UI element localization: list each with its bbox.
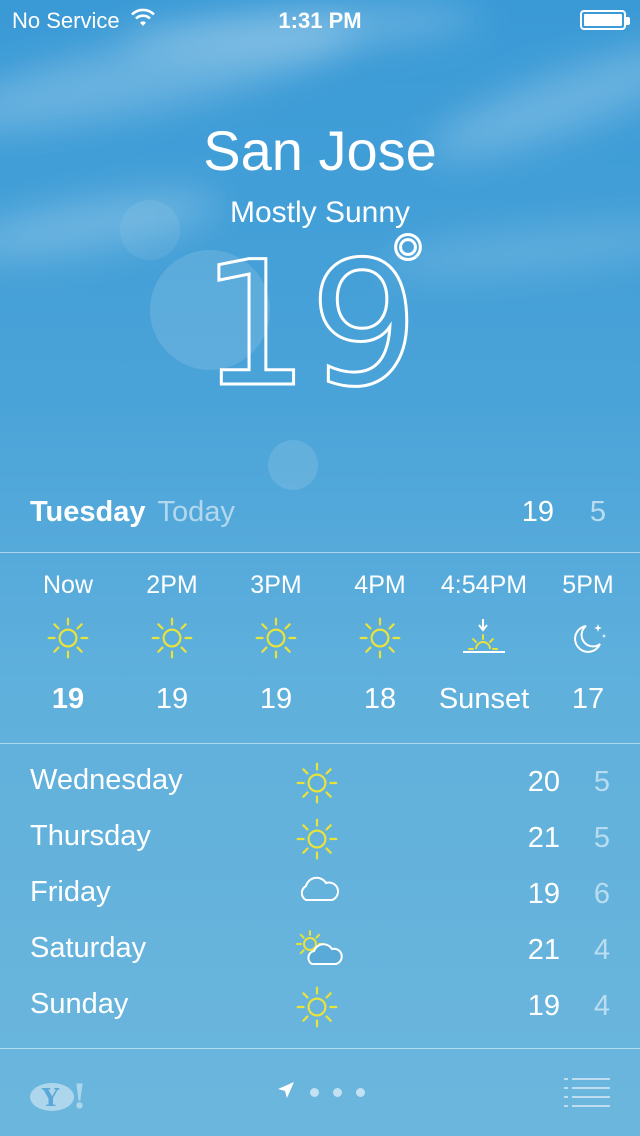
hourly-item: 4:54PM Sunset xyxy=(424,553,544,716)
today-high: 19 xyxy=(521,496,554,528)
location-arrow-icon xyxy=(276,1080,296,1105)
hour-time: 2PM xyxy=(146,571,198,599)
sun-icon xyxy=(224,613,328,663)
day-high: 19 xyxy=(527,990,560,1022)
temperature-display: 19 ° xyxy=(199,219,430,427)
temperature-value: 19 xyxy=(200,232,419,402)
day-name: Saturday xyxy=(30,932,147,964)
list-menu-icon[interactable] xyxy=(564,1076,610,1108)
daily-forecast: Wednesday 20 5 Thursday 21 5 Friday 19 6… xyxy=(0,756,640,1036)
day-low: 5 xyxy=(593,822,610,854)
hour-temperature: 17 xyxy=(571,683,605,715)
degree-symbol: ° xyxy=(388,232,428,313)
weather-condition: Mostly Sunny xyxy=(229,196,411,229)
hour-temperature: 19 xyxy=(259,683,293,715)
daily-row: Thursday 21 5 xyxy=(0,812,640,868)
sun-icon xyxy=(16,613,120,663)
hour-temperature: 19 xyxy=(155,683,189,715)
sunset-icon xyxy=(424,613,544,663)
sun-icon xyxy=(296,986,342,1028)
cloud-icon xyxy=(296,874,342,914)
hour-temperature: 19 xyxy=(51,683,85,715)
hourly-item: Now 19 xyxy=(16,553,120,716)
hour-time: 5PM xyxy=(562,571,614,599)
city-name: San Jose xyxy=(203,119,437,182)
status-time: 1:31 PM xyxy=(278,8,362,33)
page-dot xyxy=(355,1088,365,1097)
hour-temperature: Sunset xyxy=(438,683,530,715)
day-name: Friday xyxy=(30,876,111,908)
page-dot xyxy=(309,1088,319,1097)
sun-icon xyxy=(296,762,342,804)
daily-row: Saturday 21 4 xyxy=(0,924,640,980)
today-low: 5 xyxy=(589,496,606,528)
day-high: 19 xyxy=(527,878,560,910)
hourly-item: 2PM 19 xyxy=(120,553,224,716)
sun-icon xyxy=(296,818,342,860)
divider xyxy=(0,1048,640,1049)
hour-time: 4:54PM xyxy=(440,571,528,599)
moon-icon xyxy=(536,613,640,663)
day-name: Thursday xyxy=(30,820,151,852)
daily-row: Wednesday 20 5 xyxy=(0,756,640,812)
divider xyxy=(0,743,640,744)
day-low: 5 xyxy=(593,766,610,798)
page-indicator[interactable] xyxy=(0,1080,640,1105)
partly-cloudy-icon xyxy=(296,930,343,970)
day-low: 4 xyxy=(593,990,610,1022)
daily-row: Sunday 19 4 xyxy=(0,980,640,1036)
hour-time: 4PM xyxy=(354,571,406,599)
today-day: Tuesday xyxy=(30,496,146,528)
sun-icon xyxy=(328,613,432,663)
hourly-item: 3PM 19 xyxy=(224,553,328,716)
daily-row: Friday 19 6 xyxy=(0,868,640,924)
hourly-item: 5PM 17 xyxy=(536,553,640,716)
page-dot xyxy=(332,1088,342,1097)
day-low: 6 xyxy=(593,878,610,910)
hour-time: 3PM xyxy=(250,571,302,599)
day-name: Wednesday xyxy=(30,764,183,796)
day-high: 21 xyxy=(527,934,560,966)
day-name: Sunday xyxy=(30,988,129,1020)
hour-temperature: 18 xyxy=(363,683,397,715)
status-bar: No Service 1:31 PM xyxy=(0,0,640,40)
hourly-forecast[interactable]: Now 19 2PM 19 3PM 19 4PM 18 4:54PM Sunse… xyxy=(0,553,640,743)
day-high: 20 xyxy=(527,766,560,798)
today-label: Today xyxy=(157,496,235,528)
battery-icon xyxy=(580,10,630,30)
hour-time: Now xyxy=(42,571,93,599)
day-low: 4 xyxy=(593,934,610,966)
bottom-toolbar: Y ! xyxy=(0,1050,640,1136)
current-temperature: 19 ° xyxy=(0,219,640,427)
hourly-item: 4PM 18 xyxy=(328,553,432,716)
sun-icon xyxy=(120,613,224,663)
today-summary: Tuesday Today 19 5 xyxy=(30,496,610,540)
day-high: 21 xyxy=(527,822,560,854)
